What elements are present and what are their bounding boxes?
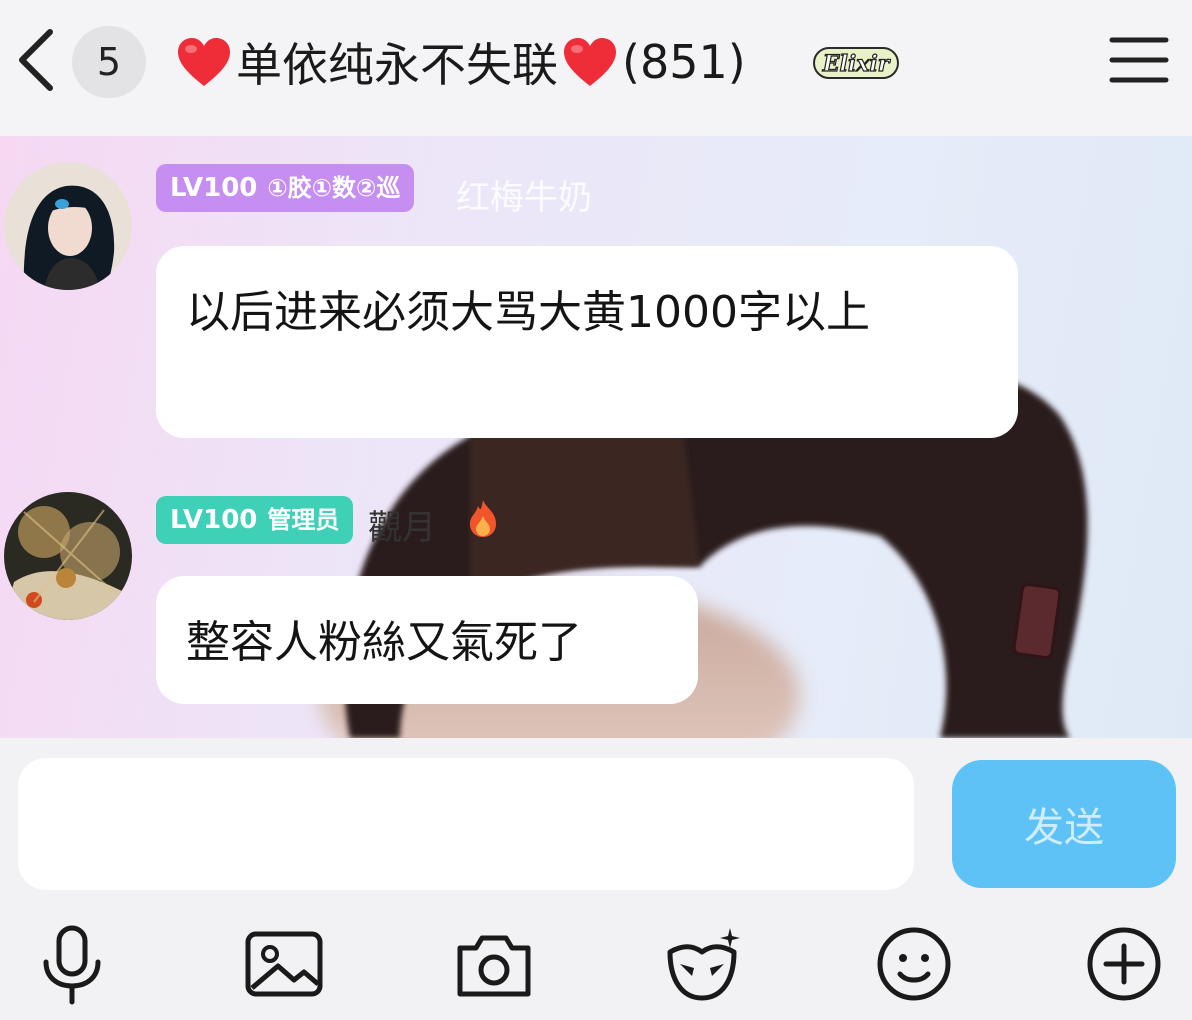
image-icon	[245, 931, 323, 997]
badge-text: Elixir	[822, 51, 891, 77]
user-level-tag: LV100 管理员	[156, 496, 354, 544]
message-bubble[interactable]: 整容人粉絲又氣死了	[156, 576, 698, 704]
unread-count-badge[interactable]: 5	[72, 26, 146, 98]
red-heart-icon	[564, 38, 616, 86]
emoji-button[interactable]	[872, 922, 956, 1006]
title-tags: ①胶①数②巡	[267, 174, 401, 202]
sender-name[interactable]: 红梅牛奶	[456, 170, 592, 219]
sticker-button[interactable]	[660, 922, 744, 1006]
hamburger-menu-icon	[1109, 37, 1169, 83]
avatar[interactable]	[4, 492, 132, 620]
smiley-icon	[877, 927, 951, 1001]
voice-button[interactable]	[30, 922, 114, 1006]
camera-button[interactable]	[452, 922, 536, 1006]
member-count: (851)	[622, 35, 746, 89]
image-button[interactable]	[242, 922, 326, 1006]
message-input[interactable]	[18, 758, 914, 890]
menu-button[interactable]	[1108, 34, 1170, 86]
microphone-icon	[43, 925, 101, 1005]
more-button[interactable]	[1082, 922, 1166, 1006]
chat-header: 5 单依纯永不失联 (851) Elixir	[0, 0, 1192, 136]
plus-icon	[1087, 927, 1161, 1001]
composer-bar: 发送	[0, 738, 1192, 1020]
sender-name[interactable]: 觀月	[368, 500, 436, 549]
back-button[interactable]	[14, 28, 58, 92]
level-label: LV100	[170, 505, 258, 535]
send-button[interactable]: 发送	[952, 760, 1176, 888]
mask-sticker-icon	[667, 928, 740, 1001]
elixir-badge: Elixir	[812, 40, 900, 84]
avatar[interactable]	[4, 162, 132, 290]
user-level-tag: LV100 ①胶①数②巡	[156, 164, 415, 212]
page-title: 单依纯永不失联 (851)	[172, 26, 746, 98]
title-tags: 管理员	[267, 506, 340, 534]
chat-message-area[interactable]: LV100 ①胶①数②巡 红梅牛奶 以后进来必须大骂大黄1000字以上 LV100…	[0, 136, 1192, 738]
group-name: 单依纯永不失联	[236, 38, 558, 92]
level-label: LV100	[170, 173, 258, 203]
camera-icon	[457, 935, 531, 997]
message-bubble[interactable]: 以后进来必须大骂大黄1000字以上	[156, 246, 1018, 438]
flame-icon	[470, 500, 496, 537]
red-heart-icon	[178, 38, 230, 86]
chevron-left-icon	[19, 29, 53, 91]
